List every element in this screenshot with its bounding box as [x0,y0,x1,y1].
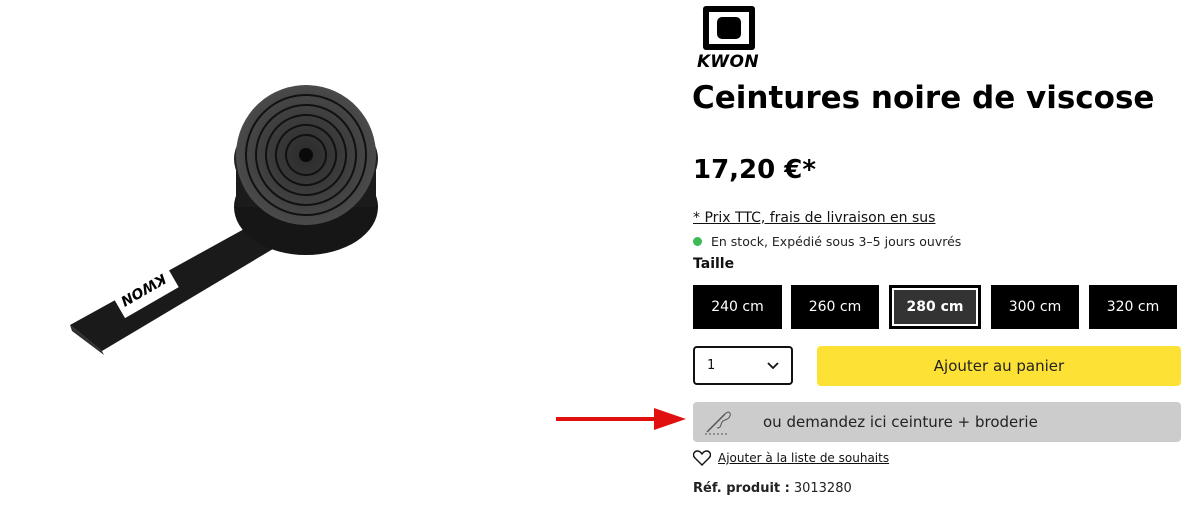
chevron-down-icon [767,361,779,369]
in-stock-dot-icon [693,237,702,246]
reference-label: Réf. produit : [693,481,790,496]
heart-icon [693,450,711,466]
red-arrow-icon [556,408,686,430]
wishlist-link[interactable]: Ajouter à la liste de souhaits [693,450,889,466]
size-option-240[interactable]: 240 cm [693,285,782,329]
add-to-cart-button[interactable]: Ajouter au panier [817,346,1181,386]
brand-name: KWON [697,52,760,72]
embroidery-label: ou demandez ici ceinture + broderie [763,413,1038,431]
size-label: Taille [693,256,735,272]
stock-status: En stock, Expédié sous 3–5 jours ouvrés [693,234,961,249]
needle-thread-icon [705,411,731,435]
size-option-260[interactable]: 260 cm [791,285,879,329]
product-title: Ceintures noire de viscose [692,80,1155,116]
wishlist-label: Ajouter à la liste de souhaits [718,451,890,465]
reference-value: 3013280 [793,481,852,496]
stock-text: En stock, Expédié sous 3–5 jours ouvrés [711,234,962,249]
product-image: KWON [70,85,378,355]
product-price: 17,20 €* [693,155,816,185]
fist-logo-icon [703,6,755,50]
embroidery-request-button[interactable]: ou demandez ici ceinture + broderie [693,402,1181,442]
product-reference: Réf. produit :3013280 [693,481,852,496]
size-option-280[interactable]: 280 cm [889,285,981,329]
size-option-320[interactable]: 320 cm [1089,285,1177,329]
size-option-300[interactable]: 300 cm [991,285,1079,329]
quantity-value: 1 [707,358,716,373]
brand-logo[interactable]: KWON [697,6,763,72]
quantity-select[interactable]: 1 [693,346,793,385]
tax-shipping-link[interactable]: * Prix TTC, frais de livraison en sus [693,210,935,226]
